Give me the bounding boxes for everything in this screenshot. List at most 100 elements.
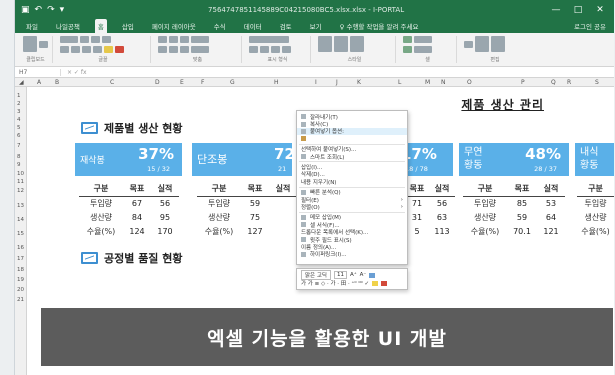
sign-in-share[interactable]: 로그인 공유 <box>571 19 614 33</box>
name-box[interactable]: H7 <box>15 68 61 76</box>
customize-icon[interactable]: ▾ <box>60 5 65 15</box>
row-header[interactable]: 10 <box>17 171 24 177</box>
col-header-m[interactable]: M <box>425 79 430 86</box>
fx-icon[interactable]: × ✓ fx <box>61 69 93 76</box>
redo-icon[interactable]: ↷ <box>47 5 55 15</box>
tab-data[interactable]: 데이터 <box>241 19 265 33</box>
table-cell[interactable]: 투입량 <box>463 196 507 210</box>
col-header-p[interactable]: P <box>521 79 525 86</box>
row-header[interactable]: 19 <box>17 277 24 283</box>
col-header-g[interactable]: G <box>230 79 235 86</box>
col-header-a[interactable]: A <box>37 79 41 86</box>
font-color-icon[interactable] <box>115 46 124 53</box>
kpi-card[interactable]: 재삭봉 37% 15 / 32 <box>75 143 182 176</box>
col-header-e[interactable]: E <box>180 79 184 86</box>
percent-icon[interactable] <box>260 46 269 53</box>
align-top-icon[interactable] <box>158 36 167 43</box>
select-all-button[interactable]: ◢ <box>19 79 24 86</box>
underline-icon[interactable] <box>82 46 91 53</box>
table-cell[interactable]: 수율(%) <box>197 224 241 238</box>
table-cell[interactable]: 생산량 <box>197 210 241 224</box>
maximize-button[interactable]: □ <box>570 5 586 15</box>
undo-icon[interactable]: ↶ <box>35 5 43 15</box>
insert-button[interactable] <box>414 36 432 43</box>
table-cell[interactable]: 수율(%) <box>577 224 614 238</box>
kpi-card[interactable]: 무연 황동 48% 28 / 37 <box>459 143 569 176</box>
row-header[interactable]: 1 <box>17 93 21 99</box>
currency-icon[interactable] <box>249 46 258 53</box>
paste-icon[interactable] <box>23 36 37 52</box>
col-header-b[interactable]: B <box>55 79 59 86</box>
row-header[interactable]: 12 <box>17 188 24 194</box>
insert-cells-icon[interactable] <box>403 36 412 43</box>
table-cell[interactable]: 63 <box>429 210 455 224</box>
table-cell[interactable]: 124 <box>123 224 151 238</box>
menu-item-sort[interactable]: 정렬(O) › <box>297 203 407 211</box>
table-cell[interactable]: 84 <box>123 210 151 224</box>
table-cell[interactable]: 59 <box>507 210 537 224</box>
tab-file[interactable]: 파일 <box>23 19 41 33</box>
mini-size-select[interactable]: 11 <box>334 271 347 279</box>
wrap-text-button[interactable] <box>191 36 209 43</box>
autosum-icon[interactable] <box>464 40 473 48</box>
menu-item-paste-options[interactable]: 붙여넣기 옵션: <box>297 127 407 135</box>
row-header[interactable]: 9 <box>17 162 21 168</box>
table-cell[interactable] <box>269 224 297 238</box>
row-header[interactable]: 3 <box>17 109 21 115</box>
align-middle-icon[interactable] <box>169 36 178 43</box>
shrink-font-icon[interactable]: A⁻ <box>360 272 367 278</box>
close-button[interactable]: ✕ <box>592 5 608 15</box>
table-cell[interactable]: 31 <box>405 210 429 224</box>
row-header[interactable]: 15 <box>17 231 24 237</box>
format-table-icon[interactable] <box>334 36 348 52</box>
row-header[interactable]: 2 <box>17 101 21 107</box>
sort-filter-icon[interactable] <box>475 36 489 52</box>
row-header[interactable]: 7 <box>17 143 21 149</box>
row-header[interactable]: 14 <box>17 217 24 223</box>
table-cell[interactable]: 56 <box>151 196 179 210</box>
minimize-button[interactable]: — <box>548 5 564 15</box>
row-header[interactable]: 8 <box>17 154 21 160</box>
table-cell[interactable]: 121 <box>537 224 565 238</box>
cell-styles-icon[interactable] <box>350 36 364 52</box>
col-header-i[interactable]: I <box>315 79 317 86</box>
table-cell[interactable]: 수율(%) <box>463 224 507 238</box>
row-header[interactable]: 6 <box>17 133 21 139</box>
tab-formulas[interactable]: 수식 <box>211 19 229 33</box>
align-right-icon[interactable] <box>180 46 189 53</box>
align-center-icon[interactable] <box>169 46 178 53</box>
table-cell[interactable]: 투입량 <box>577 196 614 210</box>
col-header-k[interactable]: K <box>357 79 361 86</box>
col-header-r[interactable]: R <box>567 79 571 86</box>
mini-format-row[interactable]: 가 가 ≡ ◇ · 가 · 田 · ⁺⁰ ⁰⁰ ✓ <box>301 279 369 287</box>
col-header-l[interactable]: L <box>398 79 401 86</box>
table-cell[interactable]: 투입량 <box>197 196 241 210</box>
comma-icon[interactable] <box>271 46 280 53</box>
border-icon[interactable] <box>93 46 102 53</box>
table-cell[interactable]: 생산량 <box>79 210 123 224</box>
grow-font-icon[interactable]: A⁺ <box>350 272 357 278</box>
col-header-d[interactable]: D <box>155 79 160 86</box>
row-header[interactable]: 16 <box>17 245 24 251</box>
table-cell[interactable]: 59 <box>241 196 269 210</box>
col-header-j[interactable]: J <box>336 79 338 86</box>
fill-color-icon[interactable] <box>372 280 379 286</box>
table-cell[interactable]: 생산량 <box>577 210 614 224</box>
tab-custom[interactable]: 나일공책 <box>53 19 83 33</box>
delete-button[interactable] <box>414 46 432 53</box>
cut-icon[interactable] <box>39 40 48 48</box>
kpi-card[interactable]: 내식 황동 <box>575 143 614 176</box>
table-cell[interactable]: 53 <box>537 196 565 210</box>
table-cell[interactable]: 64 <box>537 210 565 224</box>
table-cell[interactable]: 56 <box>429 196 455 210</box>
delete-cells-icon[interactable] <box>403 46 412 53</box>
save-icon[interactable]: ▣ <box>21 5 30 15</box>
number-format-select[interactable] <box>249 36 289 43</box>
table-cell[interactable]: 수율(%) <box>79 224 123 238</box>
col-header-n[interactable]: N <box>441 79 446 86</box>
table-cell[interactable]: 67 <box>123 196 151 210</box>
row-header[interactable]: 17 <box>17 256 24 262</box>
format-icon[interactable] <box>369 272 376 278</box>
row-header[interactable]: 5 <box>17 125 21 131</box>
table-cell[interactable]: 85 <box>507 196 537 210</box>
